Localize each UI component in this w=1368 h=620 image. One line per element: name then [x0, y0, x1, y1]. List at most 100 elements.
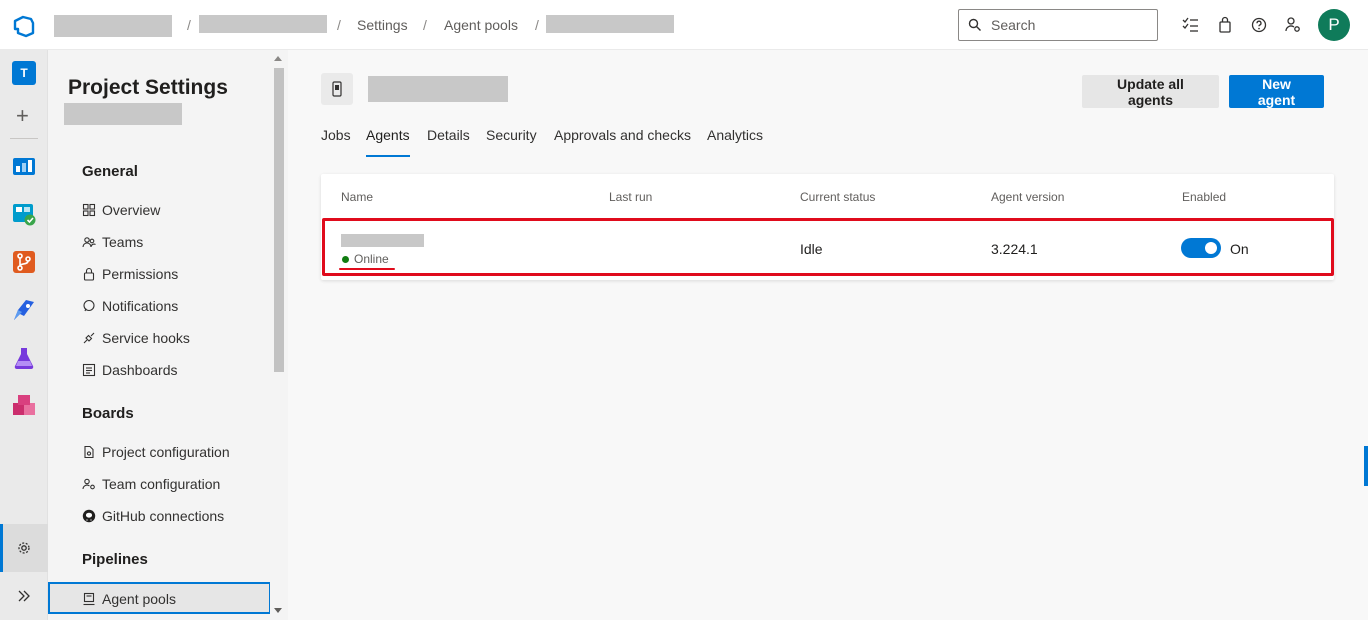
add-icon[interactable]: + [16, 105, 29, 127]
breadcrumb-separator: / [535, 17, 539, 33]
chat-bubble-icon [83, 299, 95, 312]
toggle-knob [1205, 242, 1217, 254]
pool-title-redacted [368, 76, 508, 102]
appbar-divider [10, 138, 38, 139]
tab-agents[interactable]: Agents [366, 127, 410, 157]
update-all-agents-button[interactable]: Update all agents [1082, 75, 1219, 108]
online-status-dot-icon [342, 256, 349, 263]
project-subtitle-redacted [64, 103, 182, 125]
sidebar-item-overview[interactable]: Overview [78, 195, 270, 225]
agent-pool-icon [83, 592, 95, 606]
search-icon [968, 18, 981, 31]
project-settings-nav[interactable] [0, 524, 48, 572]
main-content: Update all agents New agent Jobs Agents … [289, 50, 1366, 620]
team-settings-icon [82, 478, 95, 490]
project-avatar[interactable]: T [12, 61, 36, 85]
shopping-bag-icon[interactable] [1216, 16, 1234, 34]
search-input[interactable] [991, 16, 1151, 34]
scroll-down-arrow-icon[interactable] [274, 608, 282, 613]
sidebar-item-label: Overview [102, 202, 161, 218]
expand-navigation[interactable] [0, 572, 48, 620]
organization-name-redacted[interactable] [54, 15, 172, 37]
breadcrumb-separator: / [337, 17, 341, 33]
sidebar-item-notifications[interactable]: Notifications [78, 291, 270, 321]
sidebar-item-teams[interactable]: Teams [78, 227, 270, 257]
column-header-agent-version[interactable]: Agent version [991, 190, 1064, 204]
sidebar-item-label: Permissions [102, 266, 179, 282]
agent-name-redacted[interactable] [341, 234, 424, 247]
agent-online-status: Online [354, 252, 389, 266]
sidebar-item-service-hooks[interactable]: Service hooks [78, 323, 270, 353]
task-list-icon[interactable] [1181, 16, 1199, 34]
pipelines-app-icon[interactable] [12, 298, 36, 322]
plug-icon [83, 332, 95, 344]
section-heading-general: General [82, 163, 138, 180]
sidebar-scrollbar[interactable] [270, 50, 288, 620]
column-header-name[interactable]: Name [341, 190, 373, 204]
teams-icon [82, 237, 96, 248]
sidebar-item-label: Team configuration [102, 476, 221, 492]
double-chevron-right-icon [18, 590, 30, 602]
artifacts-app-icon[interactable] [12, 394, 36, 418]
tab-analytics[interactable]: Analytics [707, 127, 763, 157]
section-heading-pipelines: Pipelines [82, 551, 148, 568]
tab-details[interactable]: Details [427, 127, 470, 157]
document-settings-icon [84, 445, 94, 459]
agent-version: 3.224.1 [991, 241, 1038, 257]
tab-jobs[interactable]: Jobs [321, 127, 351, 157]
page-scroll-indicator [1364, 446, 1368, 486]
column-header-current-status[interactable]: Current status [800, 190, 875, 204]
breadcrumb-settings[interactable]: Settings [357, 17, 408, 33]
pool-name-redacted[interactable] [546, 15, 674, 33]
agents-table: Name Last run Current status Agent versi… [321, 174, 1334, 280]
sidebar-item-dashboards[interactable]: Dashboards [78, 355, 270, 385]
highlight-underline [339, 268, 395, 270]
sidebar-item-label: Agent pools [102, 591, 176, 607]
user-settings-icon[interactable] [1284, 16, 1302, 34]
sidebar-item-agent-pools[interactable]: Agent pools [48, 582, 271, 614]
sidebar-item-label: Project configuration [102, 444, 230, 460]
search-box[interactable] [958, 9, 1158, 41]
app-navigation-bar: T + [0, 50, 48, 620]
project-name-redacted[interactable] [199, 15, 327, 33]
github-icon [82, 509, 96, 523]
tab-approvals-and-checks[interactable]: Approvals and checks [554, 127, 691, 157]
scrollbar-thumb[interactable] [274, 68, 284, 372]
pool-header-icon [321, 73, 353, 105]
enabled-toggle[interactable] [1181, 238, 1221, 258]
sidebar-item-permissions[interactable]: Permissions [78, 259, 270, 289]
overview-icon [82, 203, 96, 217]
page-title: Project Settings [68, 76, 228, 99]
scroll-up-arrow-icon[interactable] [274, 56, 282, 61]
sidebar-item-team-configuration[interactable]: Team configuration [78, 469, 270, 499]
user-avatar[interactable]: P [1318, 9, 1350, 41]
sidebar-item-github-connections[interactable]: GitHub connections [78, 501, 270, 531]
lock-icon [83, 267, 95, 281]
sidebar-item-label: Dashboards [102, 362, 178, 378]
azure-devops-logo-icon[interactable] [12, 14, 36, 38]
sidebar-item-label: Service hooks [102, 330, 190, 346]
boards-app-icon[interactable] [12, 202, 36, 226]
test-plans-app-icon[interactable] [12, 346, 36, 370]
breadcrumb-separator: / [423, 17, 427, 33]
sidebar-item-label: Teams [102, 234, 144, 250]
repos-app-icon[interactable] [12, 250, 36, 274]
mobile-device-icon [332, 81, 342, 97]
sidebar-item-label: GitHub connections [102, 508, 225, 524]
settings-sidebar: Project Settings General Overview Teams … [48, 50, 288, 620]
column-header-last-run[interactable]: Last run [609, 190, 652, 204]
section-heading-boards: Boards [82, 405, 134, 422]
new-agent-button[interactable]: New agent [1229, 75, 1324, 108]
gear-icon [18, 542, 30, 554]
help-icon[interactable] [1250, 16, 1268, 34]
enabled-toggle-label: On [1230, 241, 1249, 257]
sidebar-item-project-configuration[interactable]: Project configuration [78, 437, 270, 467]
dashboard-icon [82, 363, 96, 377]
sidebar-item-label: Notifications [102, 298, 179, 314]
agent-current-status: Idle [800, 241, 823, 257]
top-bar: / / Settings / Agent pools / P [0, 0, 1368, 50]
breadcrumb-agent-pools[interactable]: Agent pools [444, 17, 518, 33]
overview-app-icon[interactable] [12, 154, 36, 178]
column-header-enabled[interactable]: Enabled [1182, 190, 1226, 204]
tab-security[interactable]: Security [486, 127, 537, 157]
